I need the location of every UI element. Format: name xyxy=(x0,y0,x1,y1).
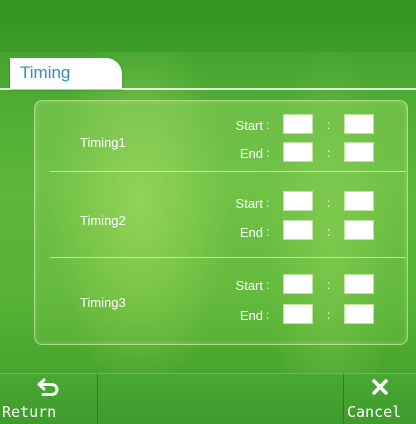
timing2-start-colon: : xyxy=(266,196,270,210)
timing-screen: Timing Timing1 Start : : End : : Timing2… xyxy=(0,0,416,424)
timing3-end-time-separator: : xyxy=(327,308,331,322)
row-divider xyxy=(50,171,406,172)
timing2-start-hour-input[interactable] xyxy=(283,191,313,211)
return-button-label: Return xyxy=(2,403,57,421)
return-button[interactable]: Return xyxy=(0,373,98,423)
top-bar xyxy=(0,0,416,52)
timing3-start-time-separator: : xyxy=(327,278,331,292)
timing2-end-minute-input[interactable] xyxy=(344,220,374,240)
timing1-end-hour-input[interactable] xyxy=(283,142,313,162)
timing2-end-time-separator: : xyxy=(327,225,331,239)
timing1-end-time-separator: : xyxy=(327,146,331,160)
timing2-label: Timing2 xyxy=(80,213,126,228)
timing1-end-minute-input[interactable] xyxy=(344,142,374,162)
close-icon xyxy=(372,379,388,395)
timing3-start-minute-input[interactable] xyxy=(344,274,374,294)
timing3-start-colon: : xyxy=(266,278,270,292)
cancel-button-label: Cancel xyxy=(347,403,402,421)
timing1-start-colon: : xyxy=(266,118,270,132)
return-arrow-icon xyxy=(37,378,59,396)
timing1-end-label: End xyxy=(239,146,263,161)
timing1-end-colon: : xyxy=(266,146,270,160)
timing1-start-hour-input[interactable] xyxy=(283,114,313,134)
timing1-start-minute-input[interactable] xyxy=(344,114,374,134)
timing2-start-label: Start xyxy=(235,196,263,211)
timing1-start-label: Start xyxy=(235,118,263,133)
timing2-start-time-separator: : xyxy=(327,196,331,210)
timing2-end-colon: : xyxy=(266,225,270,239)
timing3-end-label: End xyxy=(239,308,263,323)
timing1-label: Timing1 xyxy=(80,135,126,150)
timing3-start-label: Start xyxy=(235,278,263,293)
timing2-end-label: End xyxy=(239,225,263,240)
row-divider xyxy=(50,257,406,258)
timing2-end-hour-input[interactable] xyxy=(283,220,313,240)
timing1-start-time-separator: : xyxy=(327,118,331,132)
cancel-button[interactable]: Cancel xyxy=(343,373,416,423)
timing2-start-minute-input[interactable] xyxy=(344,191,374,211)
timing3-start-hour-input[interactable] xyxy=(283,274,313,294)
timing3-end-colon: : xyxy=(266,308,270,322)
timing3-end-hour-input[interactable] xyxy=(283,304,313,324)
timing3-label: Timing3 xyxy=(80,295,126,310)
timing3-end-minute-input[interactable] xyxy=(344,304,374,324)
tab-timing-label: Timing xyxy=(20,63,71,82)
